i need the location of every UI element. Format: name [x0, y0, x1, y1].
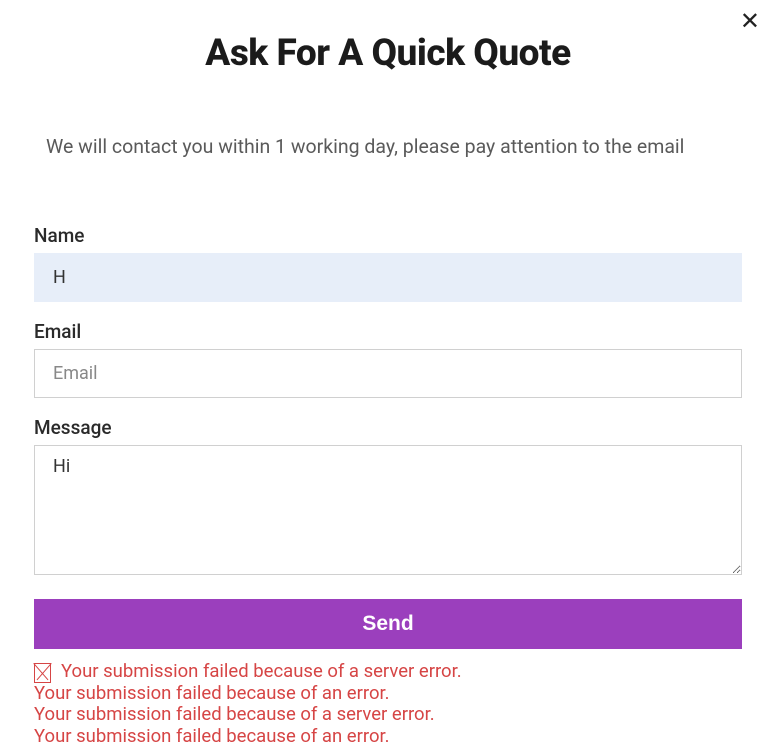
quote-modal: Ask For A Quick Quote We will contact yo… — [0, 0, 776, 747]
form-group-email: Email — [34, 320, 742, 398]
form-group-message: Message Hi — [34, 416, 742, 579]
error-line: Your submission failed because of a serv… — [34, 704, 742, 725]
name-label: Name — [34, 224, 742, 247]
error-line: Your submission failed because of an err… — [34, 683, 742, 704]
email-label: Email — [34, 320, 742, 343]
email-input[interactable] — [34, 349, 742, 398]
error-line: Your submission failed because of an err… — [34, 726, 742, 747]
close-icon: ✕ — [740, 8, 760, 35]
error-text: Your submission failed because of a serv… — [61, 661, 462, 682]
name-input[interactable] — [34, 253, 742, 302]
message-label: Message — [34, 416, 742, 439]
error-messages: Your submission failed because of a serv… — [34, 661, 742, 747]
send-button[interactable]: Send — [34, 599, 742, 649]
form-group-name: Name — [34, 224, 742, 302]
modal-title: Ask For A Quick Quote — [34, 32, 742, 75]
error-line: Your submission failed because of a serv… — [34, 661, 742, 683]
error-icon — [34, 663, 51, 683]
message-textarea[interactable]: Hi — [34, 445, 742, 575]
modal-subtitle: We will contact you within 1 working day… — [46, 135, 742, 158]
close-button[interactable]: ✕ — [734, 8, 766, 36]
